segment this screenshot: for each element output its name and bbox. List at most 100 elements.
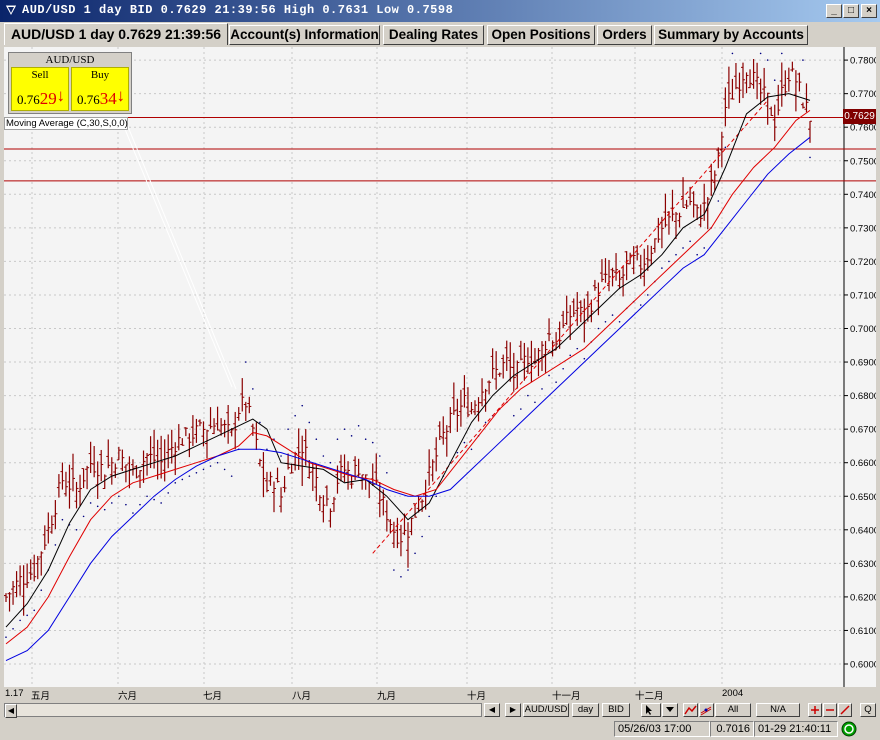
y-tick-label: 0.7100 — [850, 290, 876, 301]
sar-dot — [569, 354, 572, 357]
sell-price-prefix: 0.76 — [17, 92, 40, 107]
y-tick-label: 0.7200 — [850, 257, 876, 268]
sar-dot — [308, 421, 311, 424]
sar-dot — [378, 455, 381, 457]
dropdown-button[interactable] — [662, 703, 678, 717]
y-tick-label: 0.7000 — [850, 324, 876, 335]
y-tick-label: 0.6600 — [850, 458, 876, 469]
x-tick-label: 五月 — [31, 691, 51, 702]
sar-dot — [54, 544, 57, 546]
sar-dot — [534, 401, 536, 404]
sar-dot — [160, 502, 162, 504]
sar-dot — [244, 361, 247, 363]
zoom-out-button[interactable] — [823, 703, 837, 717]
y-tick-label: 0.6300 — [850, 559, 876, 570]
tool-button-2[interactable] — [699, 703, 714, 717]
q-button[interactable]: Q — [860, 703, 876, 717]
sar-dot — [766, 59, 769, 61]
app-logo-icon — [4, 4, 18, 17]
sell-down-arrow-icon: ↓ — [56, 86, 66, 105]
pan-icon — [840, 705, 850, 715]
close-button[interactable]: × — [861, 4, 877, 18]
sar-dot — [82, 515, 85, 518]
tab-account-information[interactable]: Account(s) Information — [229, 25, 380, 45]
x-tick-label: 十月 — [467, 691, 487, 702]
sar-dot — [675, 253, 677, 256]
pan-button[interactable] — [838, 703, 852, 717]
sar-dot — [668, 260, 670, 263]
sar-dot — [703, 247, 706, 249]
x-tick-label: 十一月 — [552, 691, 581, 702]
x-tick-label: 十二月 — [635, 691, 664, 702]
sar-dot — [75, 529, 78, 531]
moving-average-line-3 — [5, 136, 811, 662]
y-tick-label: 0.6800 — [850, 391, 876, 402]
trendline-tool-icon — [684, 705, 697, 715]
sar-dot — [230, 475, 233, 477]
sar-dot — [294, 414, 296, 417]
maximize-button[interactable]: □ — [843, 4, 859, 18]
sar-dot — [527, 394, 529, 397]
sar-dot — [202, 468, 205, 471]
tab-chart[interactable]: AUD/USD 1 day 0.7629 21:39:56 — [4, 23, 228, 45]
sar-dot — [576, 347, 579, 350]
sar-dot — [773, 79, 776, 82]
tool-button-1[interactable] — [683, 703, 698, 717]
sar-dot — [689, 240, 691, 243]
y-tick-label: 0.7600 — [850, 123, 876, 134]
sar-dot — [809, 156, 811, 159]
price-chart[interactable]: 0.7800 0.7700 0.7600 0.7500 0.7400 0.7300 0.72… — [4, 25, 879, 687]
buy-box[interactable]: Buy 0.7634 ↓ — [71, 67, 129, 111]
chart-area[interactable]: 0.7800 0.7700 0.7600 0.7500 0.7400 0.7300 0.72… — [4, 25, 879, 687]
period-selector[interactable]: day — [572, 703, 599, 717]
horizontal-scrollbar[interactable]: ◀ — [4, 703, 482, 718]
sar-dot — [646, 294, 649, 296]
minimize-button[interactable]: _ — [826, 4, 842, 18]
cursor-tool-button[interactable] — [641, 703, 661, 717]
sar-dot — [315, 438, 318, 441]
sar-dot — [520, 408, 522, 410]
sar-dot — [407, 569, 409, 571]
sar-dot — [435, 495, 438, 498]
sar-dot — [329, 461, 332, 464]
quote-symbol: AUD/USD — [45, 54, 95, 66]
zoom-out-icon — [826, 709, 834, 711]
price-side-selector[interactable]: BID — [602, 703, 630, 717]
sar-dot — [661, 267, 663, 269]
scroll-prev-button[interactable]: ◀ — [484, 703, 500, 717]
sar-dot — [132, 512, 134, 514]
y-tick-label: 0.6200 — [850, 592, 876, 603]
sar-dot — [463, 441, 466, 444]
na-button[interactable]: N/A — [756, 703, 800, 717]
tab-open-positions[interactable]: Open Positions — [487, 25, 595, 45]
sell-box[interactable]: Sell 0.7629 ↓ — [11, 67, 69, 111]
sar-dot — [364, 438, 367, 441]
sar-dot — [555, 381, 557, 383]
tab-summary-by-accounts[interactable]: Summary by Accounts — [654, 25, 808, 45]
sar-dot — [583, 357, 586, 360]
scroll-next-button[interactable]: ▶ — [505, 703, 521, 717]
sar-dot — [61, 518, 64, 521]
sar-dot — [456, 451, 459, 454]
indicator-label[interactable]: Moving Average (C,30,S,0,0) — [4, 117, 128, 130]
tab-dealing-rates[interactable]: Dealing Rates — [383, 25, 484, 45]
cursor-value: 0.7016 — [710, 721, 754, 737]
zoom-in-button[interactable] — [808, 703, 822, 717]
y-tick-label: 0.7800 — [850, 56, 876, 67]
sar-dot — [110, 502, 113, 504]
sar-dot — [541, 388, 543, 390]
sar-dot — [33, 609, 36, 612]
sar-dot — [386, 471, 388, 474]
sar-dot — [371, 441, 374, 444]
all-button[interactable]: All — [715, 703, 751, 717]
sar-dot — [604, 320, 607, 323]
sell-price-pips: 29 — [39, 89, 57, 108]
cursor-icon — [646, 705, 652, 715]
y-tick-label: 0.6500 — [850, 492, 876, 503]
y-tick-label: 0.7700 — [850, 89, 876, 100]
tab-orders[interactable]: Orders — [597, 25, 652, 45]
sar-dot — [223, 468, 226, 471]
scroll-left-icon[interactable]: ◀ — [5, 704, 17, 718]
y-tick-label: 0.7500 — [850, 156, 876, 167]
instrument-selector[interactable]: AUD/USD — [523, 703, 569, 717]
